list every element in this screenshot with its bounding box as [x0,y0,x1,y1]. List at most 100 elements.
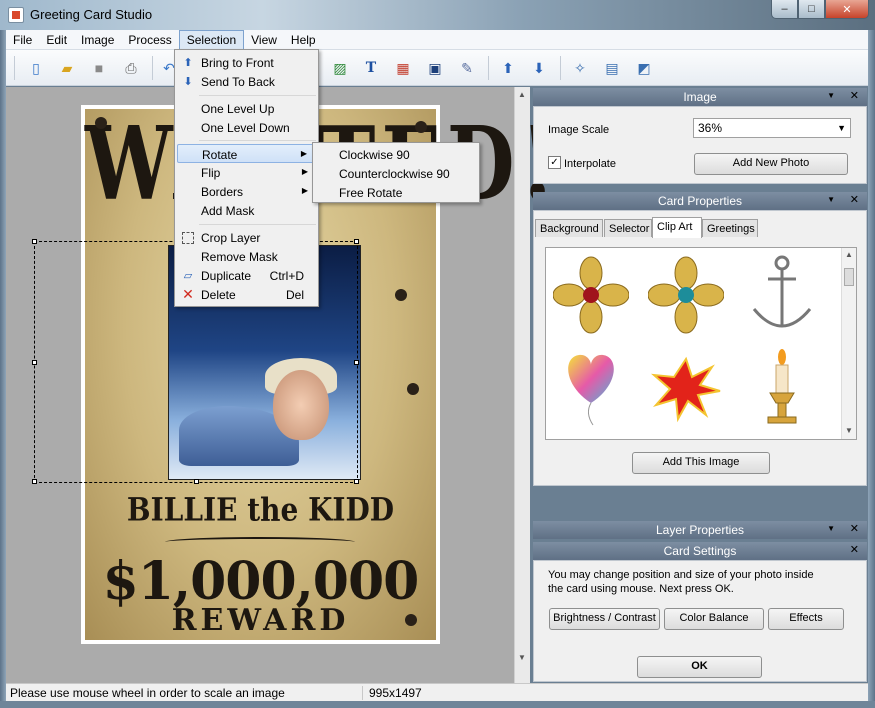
scroll-up-icon[interactable]: ▲ [518,90,526,99]
submenu-item-free-rotate[interactable]: Free Rotate [315,183,477,202]
panel-menu-icon[interactable]: ▼ [827,195,835,204]
card-properties-header: Card Properties ▼ ✕ [533,192,867,210]
menu-image[interactable]: Image [74,30,121,50]
scroll-thumb[interactable] [844,268,854,286]
add-this-image-button[interactable]: Add This Image [632,452,770,474]
panel-close-icon[interactable]: ✕ [850,193,859,206]
print-icon[interactable]: ⎙ [122,59,140,77]
clipart-icon[interactable]: ▦ [394,59,412,77]
page-icon[interactable]: ▤ [603,59,621,77]
menu-item-shortcut: Del [285,288,304,302]
interpolate-checkbox[interactable]: ✓ [548,156,561,169]
toolbar-separator [14,56,15,80]
panel-menu-icon[interactable]: ▼ [827,91,835,100]
menu-item-flip[interactable]: Flip ▶ [177,163,316,182]
selection-menu: ⬆ Bring to Front ⬇ Send To Back One Leve… [174,49,319,307]
resize-handle[interactable] [354,479,359,484]
frame-icon[interactable]: ▣ [426,59,444,77]
menu-item-delete[interactable]: ✕ Delete Del [177,285,316,304]
menu-selection[interactable]: Selection [178,30,245,50]
menu-view[interactable]: View [244,30,284,50]
window-frame-bottom [0,701,875,708]
image-scale-select[interactable]: 36% ▼ [693,118,851,138]
clipart-heart-balloon[interactable] [551,344,631,429]
zoom-page-icon[interactable]: ◩ [635,59,653,77]
insert-image-icon[interactable]: ▨ [331,59,349,77]
brush-icon[interactable]: ✎ [458,59,476,77]
toolbar-separator [488,56,489,80]
canvas-vertical-scrollbar[interactable]: ▲ ▼ [514,87,530,683]
tab-clip-art[interactable]: Clip Art [652,217,702,238]
poster-hole [415,121,427,133]
title-bar: Greeting Card Studio – □ ✕ [0,0,875,30]
clip-art-scrollbar[interactable]: ▲ ▼ [841,248,856,439]
menu-item-duplicate[interactable]: ▱ Duplicate Ctrl+D [177,266,316,285]
menu-item-level-down[interactable]: One Level Down [177,118,316,137]
arrow-up-icon[interactable]: ⬆ [499,59,517,77]
new-file-icon[interactable]: ▯ [27,59,45,77]
minimize-button[interactable]: – [771,0,798,19]
text-tool-icon[interactable]: T [362,59,380,77]
clipart-anchor[interactable] [742,252,822,337]
menu-process[interactable]: Process [121,30,178,50]
arrow-down-icon: ⬇ [183,75,193,88]
image-panel: Image Scale 36% ▼ ✓ Interpolate Add New … [533,106,867,184]
crop-icon [182,232,194,244]
resize-handle[interactable] [32,479,37,484]
card-settings-instruction: You may change position and size of your… [548,569,814,581]
ok-button[interactable]: OK [637,656,762,678]
toolbar-separator [560,56,561,80]
close-button[interactable]: ✕ [825,0,869,19]
scroll-down-icon[interactable]: ▼ [518,653,526,662]
submenu-item-clockwise[interactable]: Clockwise 90 [315,145,477,164]
menu-item-borders[interactable]: Borders ▶ [177,182,316,201]
menu-separator [199,140,316,141]
resize-handle[interactable] [354,360,359,365]
tab-background[interactable]: Background [535,219,603,237]
menu-edit[interactable]: Edit [39,30,74,50]
menu-item-label: One Level Up [201,102,275,116]
panel-close-icon[interactable]: ✕ [850,543,859,556]
rotate-submenu: Clockwise 90 Counterclockwise 90 Free Ro… [312,142,480,203]
panel-title: Card Properties [657,194,743,208]
menu-item-remove-mask[interactable]: Remove Mask [177,247,316,266]
brightness-contrast-button[interactable]: Brightness / Contrast [549,608,660,630]
menu-item-crop-layer[interactable]: Crop Layer [177,228,316,247]
effects-button[interactable]: Effects [768,608,844,630]
menu-item-label: Send To Back [201,75,275,89]
clipart-gold-flower-red[interactable] [551,252,631,337]
clipart-gold-flower-teal[interactable] [646,252,726,337]
menu-item-send-back[interactable]: ⬇ Send To Back [177,72,316,91]
resize-handle[interactable] [32,360,37,365]
tab-selector[interactable]: Selector [604,219,652,237]
resize-handle[interactable] [194,479,199,484]
arrow-down-icon[interactable]: ⬇ [530,59,548,77]
maximize-button[interactable]: □ [798,0,825,19]
tab-greetings[interactable]: Greetings [702,219,758,237]
menu-item-add-mask[interactable]: Add Mask [177,201,316,220]
panel-menu-icon[interactable]: ▼ [827,524,835,533]
magic-wand-icon[interactable]: ✧ [571,59,589,77]
panel-title: Layer Properties [655,523,745,537]
submenu-item-counterclockwise[interactable]: Counterclockwise 90 [315,164,477,183]
panel-close-icon[interactable]: ✕ [850,522,859,535]
menu-item-label: Delete [201,288,236,302]
resize-handle[interactable] [32,239,37,244]
scroll-up-icon[interactable]: ▲ [845,250,853,259]
menu-item-bring-front[interactable]: ⬆ Bring to Front [177,53,316,72]
toolbar: ▯ ▰ ■ ⎙ ↶ ▨ T ▦ ▣ ✎ ⬆ ⬇ ✧ ▤ ◩ [6,50,868,86]
clipart-red-explosion[interactable] [646,344,726,429]
menu-file[interactable]: File [6,30,39,50]
scroll-down-icon[interactable]: ▼ [845,426,853,435]
resize-handle[interactable] [354,239,359,244]
clip-art-gallery: ▲ ▼ [545,247,857,440]
save-icon[interactable]: ■ [90,59,108,77]
menu-help[interactable]: Help [284,30,323,50]
color-balance-button[interactable]: Color Balance [664,608,764,630]
panel-close-icon[interactable]: ✕ [850,89,859,102]
clipart-candle[interactable] [742,344,822,429]
add-new-photo-button[interactable]: Add New Photo [694,153,848,175]
open-folder-icon[interactable]: ▰ [58,59,76,77]
menu-item-level-up[interactable]: One Level Up [177,99,316,118]
menu-item-rotate[interactable]: Rotate ▶ [177,144,316,163]
